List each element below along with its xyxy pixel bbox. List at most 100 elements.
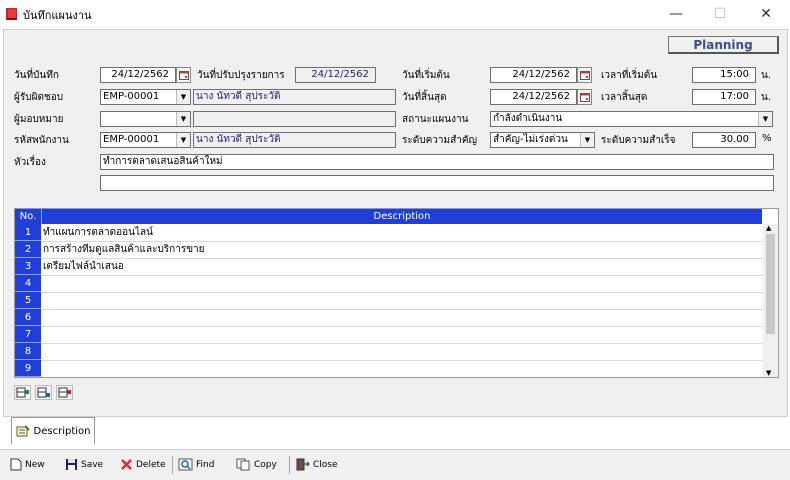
priority-value: สำคัญ-ไม่เร่งด่วน	[493, 134, 568, 145]
end-date-calendar-button[interactable]	[577, 89, 592, 105]
delete-icon	[121, 459, 132, 470]
plan-status-value: กำลังดำเนินงาน	[493, 113, 563, 124]
row-description[interactable]	[41, 343, 43, 360]
insert-row-button[interactable]	[14, 385, 31, 400]
employee-name-field: นาง นัทวดี สุประวัติ	[193, 132, 396, 148]
priority-label: ระดับความสำคัญ	[402, 135, 478, 146]
chevron-down-icon[interactable]: ▼	[176, 90, 190, 104]
success-label: ระดับความสำเร็จ	[601, 135, 676, 146]
start-time-label: เวลาที่เริ่มต้น	[601, 70, 658, 81]
start-time-field[interactable]: 15:00	[692, 67, 756, 83]
row-description[interactable]	[41, 326, 43, 343]
copy-icon	[236, 458, 250, 471]
maximize-icon: ☐	[713, 6, 727, 22]
assigner-code-select[interactable]: ▼	[100, 111, 191, 127]
table-row[interactable]: 7	[15, 326, 763, 344]
table-row[interactable]: 8	[15, 343, 763, 361]
start-date-label: วันที่เริ่มต้น	[402, 70, 450, 81]
chevron-down-icon[interactable]: ▼	[176, 133, 190, 147]
row-description[interactable]	[41, 292, 43, 309]
updated-date-label: วันที่ปรับปรุงรายการ	[197, 70, 285, 81]
row-description[interactable]: การสร้างทีมดูแลสินค้าและบริการขาย	[41, 241, 205, 258]
close-button[interactable]: Close	[296, 458, 338, 471]
row-number: 9	[15, 360, 41, 377]
minimize-button[interactable]: —	[654, 0, 698, 28]
responsible-name-field: นาง นัทวดี สุประวัติ	[193, 89, 396, 105]
assigner-name-field	[193, 111, 396, 127]
plan-status-label: สถานะแผนงาน	[402, 114, 469, 125]
row-number: 6	[15, 309, 41, 326]
append-row-button[interactable]	[35, 385, 52, 400]
employee-code-select[interactable]: EMP-00001 ▼	[100, 132, 191, 148]
chevron-down-icon[interactable]: ▼	[580, 133, 594, 147]
record-date-calendar-button[interactable]	[176, 67, 191, 83]
bottom-toolbar: New Save Delete Find Copy Close	[0, 449, 790, 480]
table-row[interactable]: 9	[15, 360, 763, 377]
end-date-label: วันที่สิ้นสุด	[402, 92, 447, 103]
success-unit: %	[762, 133, 772, 144]
grid-header-description[interactable]: Description	[42, 209, 762, 224]
chevron-down-icon[interactable]: ▼	[176, 112, 190, 126]
subject-field-line1[interactable]: ทำการตลาดเสนอสินค้าใหม่	[100, 154, 774, 170]
end-date-field[interactable]: 24/12/2562	[490, 89, 577, 105]
new-document-icon	[10, 458, 22, 471]
plan-status-select[interactable]: กำลังดำเนินงาน ▼	[490, 111, 773, 127]
row-description[interactable]: ทำแผนการตลาดออนไลน์	[41, 224, 153, 241]
grid-vertical-scrollbar[interactable]: ▲ ▼	[763, 224, 778, 377]
append-row-icon	[37, 387, 50, 398]
row-number: 7	[15, 326, 41, 343]
close-window-button[interactable]: ✕	[744, 0, 788, 28]
table-row[interactable]: 1 ทำแผนการตลาดออนไลน์	[15, 224, 763, 242]
toolbar-separator	[289, 456, 290, 474]
calendar-icon	[579, 92, 590, 102]
delete-button[interactable]: Delete	[120, 458, 166, 471]
start-date-field[interactable]: 24/12/2562	[490, 67, 577, 83]
row-number: 5	[15, 292, 41, 309]
find-button[interactable]: Find	[178, 458, 214, 471]
table-row[interactable]: 2 การสร้างทีมดูแลสินค้าและบริการขาย	[15, 241, 763, 259]
delete-row-button[interactable]	[56, 385, 73, 400]
row-description[interactable]	[41, 309, 43, 326]
save-button[interactable]: Save	[65, 458, 103, 471]
row-number: 1	[15, 224, 41, 241]
tab-description[interactable]: Description	[11, 417, 95, 444]
window-title: บันทึกแผนงาน	[23, 9, 92, 22]
table-row[interactable]: 4	[15, 275, 763, 293]
row-description[interactable]: เตรียมไฟล์นำเสนอ	[41, 258, 124, 275]
find-label: Find	[196, 459, 215, 470]
start-time-unit: น.	[761, 70, 772, 81]
scrollbar-thumb[interactable]	[766, 234, 775, 334]
table-row[interactable]: 6	[15, 309, 763, 327]
find-icon	[178, 458, 193, 471]
row-description[interactable]	[41, 360, 43, 377]
chevron-down-icon[interactable]: ▼	[766, 369, 771, 377]
maximize-button[interactable]: ☐	[698, 0, 742, 28]
updated-date-field: 24/12/2562	[295, 67, 376, 83]
copy-button[interactable]: Copy	[236, 458, 277, 471]
employee-code-value: EMP-00001	[103, 134, 160, 145]
record-date-field[interactable]: 24/12/2562	[100, 67, 176, 83]
new-button[interactable]: New	[10, 458, 45, 471]
calendar-icon	[178, 70, 189, 80]
grid-header-no[interactable]: No.	[15, 209, 42, 224]
priority-select[interactable]: สำคัญ-ไม่เร่งด่วน ▼	[490, 132, 595, 148]
row-number: 2	[15, 241, 41, 258]
table-row[interactable]: 5	[15, 292, 763, 310]
subject-field-line2[interactable]	[100, 175, 774, 191]
employee-code-label: รหัสพนักงาน	[14, 135, 69, 146]
subject-label: หัวเรื่อง	[14, 157, 46, 168]
minimize-icon: —	[669, 6, 683, 22]
table-row[interactable]: 3 เตรียมไฟล์นำเสนอ	[15, 258, 763, 276]
row-description[interactable]	[41, 275, 43, 292]
planning-button[interactable]: Planning	[668, 36, 779, 54]
responsible-code-select[interactable]: EMP-00001 ▼	[100, 89, 191, 105]
chevron-up-icon[interactable]: ▲	[766, 224, 771, 232]
delete-row-icon	[58, 387, 71, 398]
end-time-field[interactable]: 17:00	[692, 89, 756, 105]
chevron-down-icon[interactable]: ▼	[758, 112, 772, 126]
start-date-calendar-button[interactable]	[577, 67, 592, 83]
exit-door-icon	[296, 458, 310, 471]
delete-label: Delete	[136, 459, 166, 470]
success-field[interactable]: 30.00	[692, 132, 756, 148]
new-label: New	[25, 459, 45, 470]
